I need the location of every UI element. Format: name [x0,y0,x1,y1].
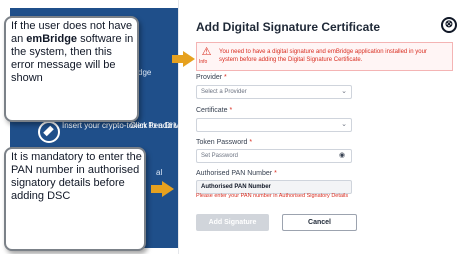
provider-label: Provider * [196,74,227,81]
background-text: dge [138,68,152,77]
warning-icon: ⚠ [201,46,212,58]
arrow-right-icon [172,51,195,67]
authorised-pan-label: Authorised PAN Number * [196,170,277,177]
token-password-label: Token Password * [196,139,252,146]
certificate-label-text: Certificate [196,107,228,114]
eye-icon[interactable]: ◉ [336,150,348,162]
modal-title: Add Digital Signature Certificate [196,20,381,34]
chevron-down-icon: ⌄ [341,121,347,128]
callout-emphasis: emBridge [26,33,78,45]
required-marker: * [274,170,277,177]
usb-drive-icon [38,121,60,143]
authorised-pan-input[interactable]: Authorised PAN Number [196,180,352,194]
arrow-right-icon [151,181,174,197]
required-marker: * [224,74,227,81]
certificate-select[interactable]: ⌄ [196,118,352,132]
cancel-button[interactable]: Cancel [282,214,357,231]
close-icon[interactable]: ⊗ [441,17,457,33]
info-label: Info [199,59,208,65]
pan-error-message: Please enter your PAN number in Authoris… [196,193,349,199]
token-password-label-text: Token Password [196,139,248,146]
callout-embridge-error: If the user does not have an emBridge so… [4,16,139,122]
add-signature-button[interactable]: Add Signature [196,214,269,231]
certificate-label: Certificate * [196,107,232,114]
required-marker: * [229,107,233,114]
chevron-down-icon: ⌄ [341,88,347,95]
authorised-pan-label-text: Authorised PAN Number [196,170,273,177]
info-alert: ⚠ Info You need to have a digital signat… [196,42,453,71]
provider-select[interactable]: Select a Provider ⌄ [196,85,352,99]
provider-value: Select a Provider [201,89,247,95]
info-message: You need to have a digital signature and… [219,49,427,63]
required-marker: * [249,139,253,146]
background-text-2: al [156,168,163,177]
callout-pan-required: It is mandatory to enter the PAN number … [4,147,146,251]
screenshot-stage: dge Insert your crypto-token Pen Drive i… [0,0,474,254]
token-password-input[interactable]: Set Password ◉ [196,149,352,163]
provider-label-text: Provider [196,74,223,81]
token-password-placeholder: Set Password [201,153,239,159]
background-action-text: Click to add t [130,121,177,130]
digital-signature-modal: Add Digital Signature Certificate ⊗ ⚠ In… [178,0,469,254]
authorised-pan-value: Authorised PAN Number [201,184,271,190]
